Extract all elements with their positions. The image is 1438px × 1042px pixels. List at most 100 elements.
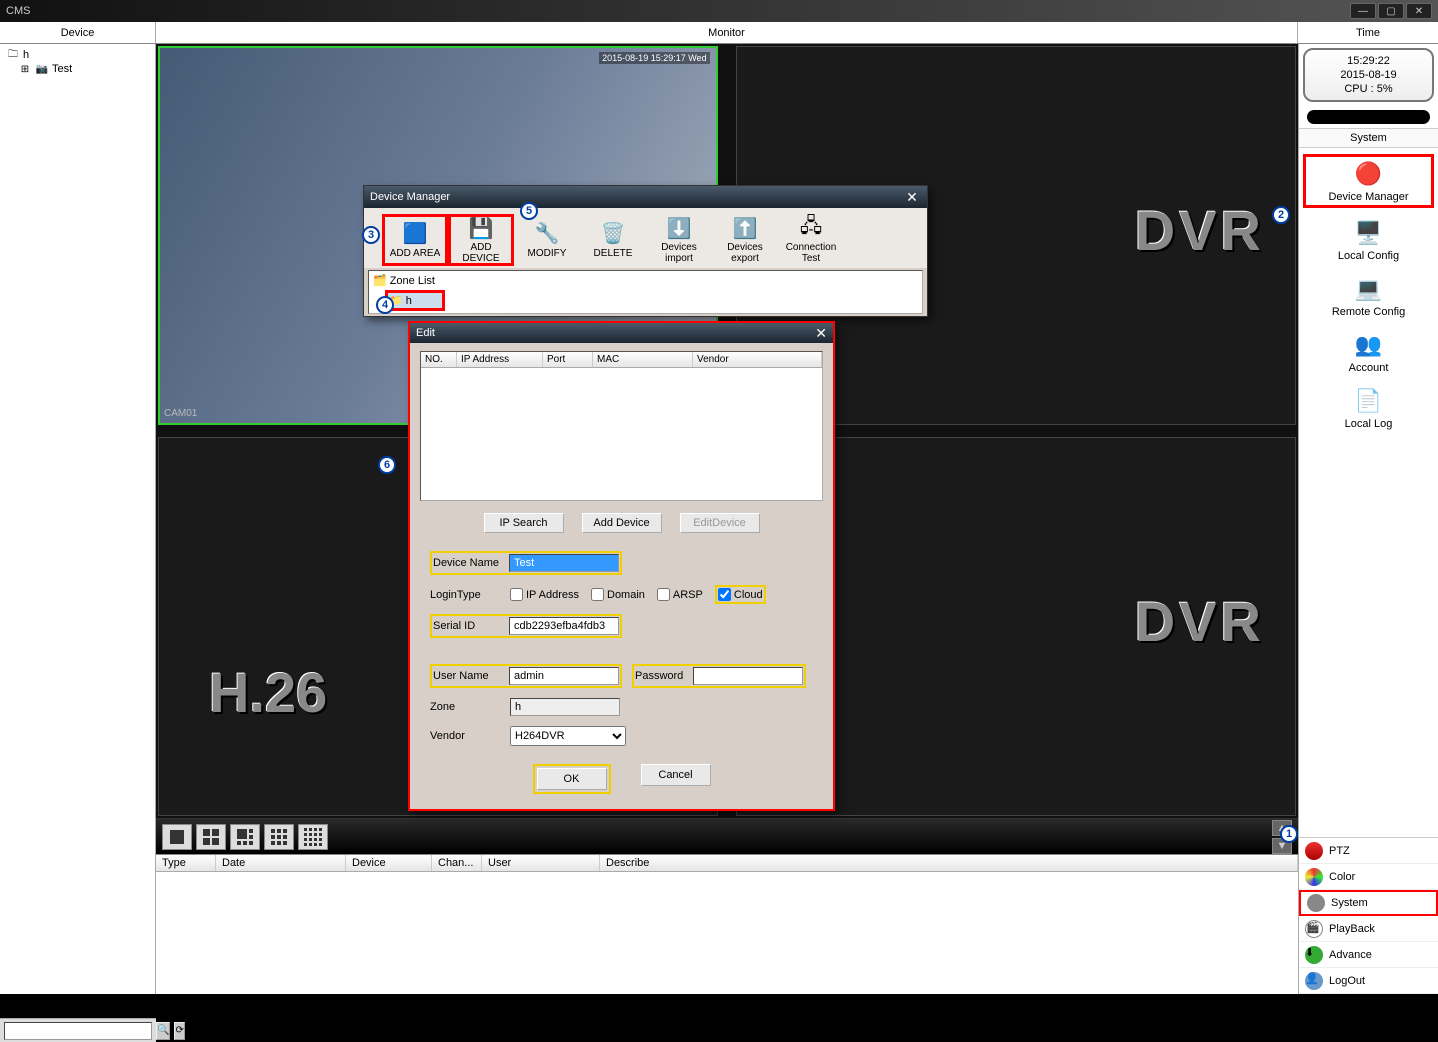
modify-button[interactable]: 🔧 MODIFY	[514, 214, 580, 266]
vendor-select[interactable]: H264DVR	[510, 726, 626, 746]
edit-dialog-close-button[interactable]: ✕	[815, 325, 827, 342]
zone-item-label: h	[406, 295, 412, 307]
minimize-button[interactable]: —	[1350, 3, 1376, 19]
devices-export-button[interactable]: ⬆️ Devices export	[712, 214, 778, 266]
system-item-remote-config[interactable]: 💻 Remote Config	[1303, 272, 1434, 320]
login-ip-input[interactable]	[510, 588, 523, 601]
login-arsp-input[interactable]	[657, 588, 670, 601]
col-port: Port	[543, 352, 593, 367]
add-device-button[interactable]: 💾 ADD DEVICE	[448, 214, 514, 266]
device-scan-table: NO. IP Address Port MAC Vendor	[420, 351, 823, 501]
menu-playback[interactable]: 🎬PlayBack	[1299, 916, 1438, 942]
window-titlebar: CMS — ▢ ✕	[0, 0, 1438, 22]
login-cloud-checkbox[interactable]: Cloud	[718, 588, 763, 601]
device-name-group: Device Name	[430, 551, 622, 575]
serial-id-group: Serial ID	[430, 614, 622, 638]
serial-id-input[interactable]	[509, 617, 619, 635]
zone-label: Zone	[430, 701, 500, 713]
layout-1x1-button[interactable]	[162, 824, 192, 850]
layout-3x3-button[interactable]	[264, 824, 294, 850]
username-group: User Name	[430, 664, 622, 688]
add-area-button[interactable]: 🟦 ADD AREA	[382, 214, 448, 266]
username-label: User Name	[433, 670, 503, 682]
toolbar-btn-label: Devices export	[712, 242, 778, 264]
close-button[interactable]: ✕	[1406, 3, 1432, 19]
expand-plus-icon: ⊞	[18, 63, 32, 75]
color-icon	[1305, 868, 1323, 886]
log-col-device: Device	[346, 855, 432, 871]
delete-button[interactable]: 🗑️ DELETE	[580, 214, 646, 266]
device-manager-title: Device Manager	[370, 191, 450, 203]
menu-label: Advance	[1329, 949, 1372, 961]
clock-date: 2015-08-19	[1305, 68, 1432, 82]
layout-1plus5-button[interactable]	[230, 824, 260, 850]
logout-icon: 👤	[1305, 972, 1323, 990]
menu-logout[interactable]: 👤LogOut	[1299, 968, 1438, 994]
login-arsp-checkbox[interactable]: ARSP	[657, 588, 703, 601]
toolbar-btn-label: ADD DEVICE	[451, 242, 511, 264]
refresh-button[interactable]: ⟳	[174, 1022, 184, 1040]
ip-search-button[interactable]: IP Search	[484, 513, 564, 533]
login-domain-input[interactable]	[591, 588, 604, 601]
username-input[interactable]	[509, 667, 619, 685]
system-item-account[interactable]: 👥 Account	[1303, 328, 1434, 376]
edit-dialog-titlebar[interactable]: Edit ✕	[410, 323, 833, 343]
add-device-icon: 💾	[469, 216, 494, 240]
login-cloud-input[interactable]	[718, 588, 731, 601]
zone-item-h[interactable]: 📁 h	[385, 290, 445, 311]
scan-table-header: NO. IP Address Port MAC Vendor	[421, 352, 822, 368]
layout-4x4-button[interactable]	[298, 824, 328, 850]
login-domain-checkbox[interactable]: Domain	[591, 588, 645, 601]
maximize-button[interactable]: ▢	[1378, 3, 1404, 19]
callout-2: 2	[1272, 206, 1290, 224]
col-vendor: Vendor	[693, 352, 822, 367]
menu-system[interactable]: System	[1299, 890, 1438, 916]
log-body[interactable]	[156, 872, 1298, 982]
device-manager-close-button[interactable]: ✕	[903, 189, 921, 205]
system-item-local-config[interactable]: 🖥️ Local Config	[1303, 216, 1434, 264]
login-ip-checkbox[interactable]: IP Address	[510, 588, 579, 601]
header-time-label: Time	[1298, 22, 1438, 43]
menu-label: Color	[1329, 871, 1355, 883]
devices-import-button[interactable]: ⬇️ Devices import	[646, 214, 712, 266]
tree-child-node[interactable]: ⊞ 📷 Test	[4, 62, 151, 76]
device-tree-panel: 🗀 h ⊞ 📷 Test 🔍 ⟳	[0, 44, 156, 994]
folder-icon: 🗂️	[373, 274, 387, 287]
menu-advance[interactable]: ⬇Advance	[1299, 942, 1438, 968]
system-items: 🔴 Device Manager 🖥️ Local Config 💻 Remot…	[1299, 148, 1438, 837]
h264-watermark: H.26	[209, 660, 327, 725]
layout-2x2-button[interactable]	[196, 824, 226, 850]
remote-config-icon: 💻	[1351, 274, 1387, 304]
connection-test-button[interactable]: 🖧 Connection Test	[778, 214, 844, 266]
zone-input	[510, 698, 620, 716]
menu-ptz[interactable]: PTZ	[1299, 838, 1438, 864]
search-icon: 🔍	[157, 1025, 169, 1036]
scan-button-row: IP Search Add Device EditDevice	[420, 507, 823, 543]
device-name-input[interactable]	[509, 554, 619, 572]
device-manager-titlebar[interactable]: Device Manager ✕	[364, 186, 927, 208]
clock-time: 15:29:22	[1305, 54, 1432, 68]
zone-list-root[interactable]: 🗂️ Zone List	[371, 273, 920, 288]
password-input[interactable]	[693, 667, 803, 685]
cancel-button[interactable]: Cancel	[641, 764, 711, 786]
tree-root-node[interactable]: 🗀 h	[4, 48, 151, 62]
toolbar-btn-label: DELETE	[594, 248, 633, 259]
login-type-label: LoginType	[430, 589, 500, 601]
delete-icon: 🗑️	[601, 222, 626, 246]
import-icon: ⬇️	[667, 216, 692, 240]
system-item-label: Remote Config	[1332, 306, 1405, 318]
password-group: Password	[632, 664, 806, 688]
header-device-label: Device	[0, 22, 156, 43]
device-manager-window: Device Manager ✕ 🟦 ADD AREA 💾 ADD DEVICE…	[363, 185, 928, 317]
menu-color[interactable]: Color	[1299, 864, 1438, 890]
device-manager-toolbar: 🟦 ADD AREA 💾 ADD DEVICE 🔧 MODIFY 🗑️ DELE…	[364, 208, 927, 268]
add-device-scan-button[interactable]: Add Device	[582, 513, 662, 533]
password-label: Password	[635, 670, 687, 682]
zone-list-tree: 🗂️ Zone List 📁 h	[368, 270, 923, 314]
system-item-device-manager[interactable]: 🔴 Device Manager	[1303, 154, 1434, 208]
search-button[interactable]: 🔍	[156, 1022, 170, 1040]
ok-button[interactable]: OK	[537, 768, 607, 790]
refresh-icon: ⟳	[175, 1025, 183, 1036]
search-input[interactable]	[4, 1022, 152, 1040]
system-item-local-log[interactable]: 📄 Local Log	[1303, 384, 1434, 432]
